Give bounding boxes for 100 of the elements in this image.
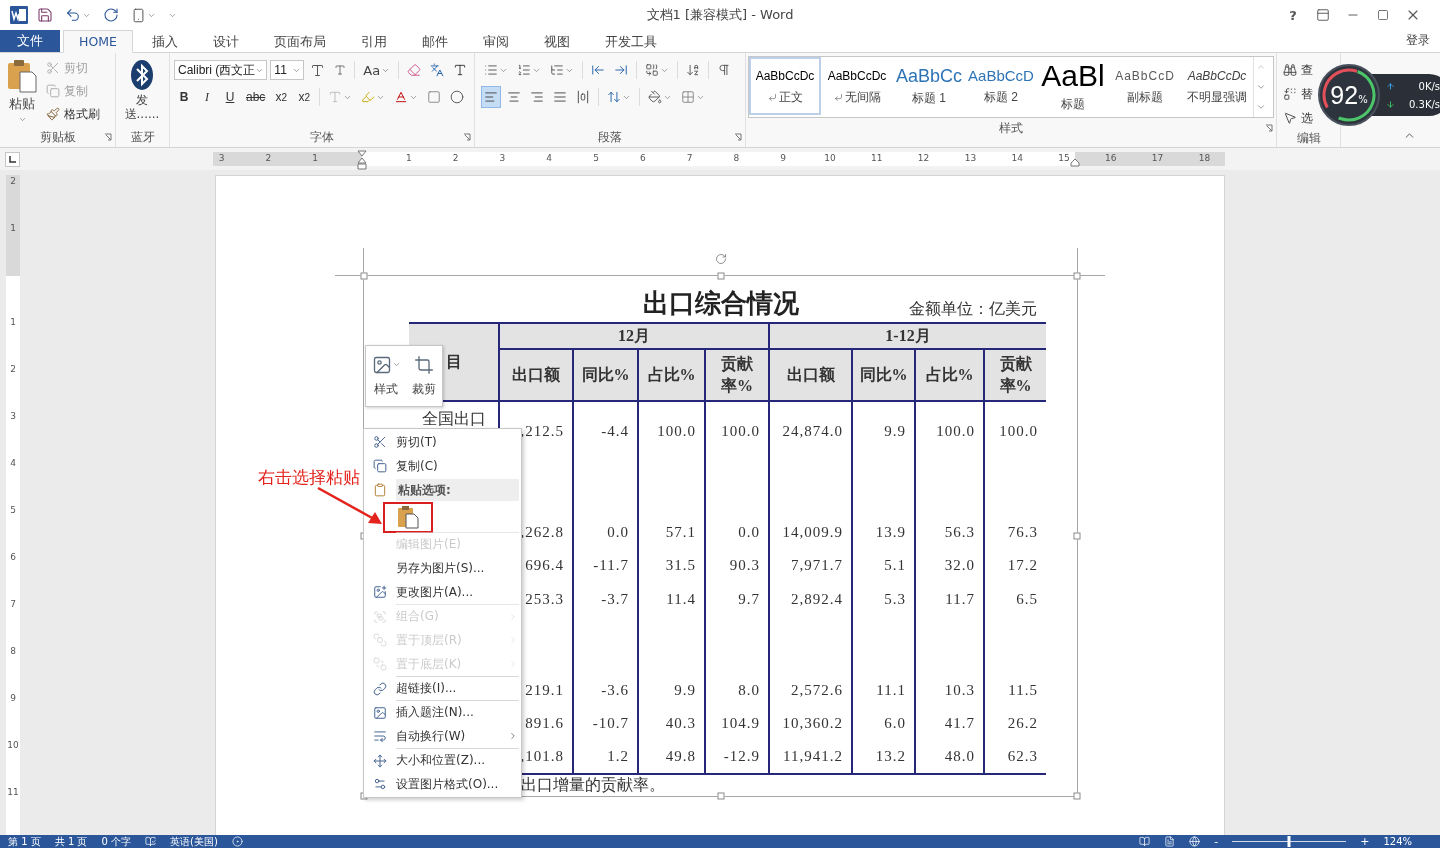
table-cell: 5.1 [852,549,915,583]
editing-button[interactable]: 查 [1281,59,1315,81]
table-cell: 5.3 [852,583,915,674]
resize-handle[interactable] [1073,272,1081,280]
style-item[interactable]: AaBbCc 标题 1 [893,57,965,115]
sort-icon [686,63,700,77]
table-cell: 11.7 [915,583,984,674]
style-item[interactable]: AaBbCcDc 正文 [749,57,821,115]
table-cell: 11,941.2 [769,740,852,774]
paragraph-mark-icon [767,92,777,102]
menu-item[interactable]: 设置图片格式(O)... [364,772,521,796]
style-item[interactable]: AaBbCcDc 不明显强调 [1181,57,1253,115]
zoom-level[interactable]: 124% [1383,835,1440,848]
web-layout-button[interactable] [1189,836,1201,847]
format-button[interactable]: U [220,86,240,108]
resize-handle[interactable] [1073,792,1081,800]
table-cell: -4.4 [573,401,638,516]
style-item[interactable]: AaBbCcDc 无间隔 [821,57,893,115]
resize-handle[interactable] [360,272,368,280]
ruler-number: 17 [1151,153,1164,163]
dialog-launcher-icon[interactable] [734,133,742,141]
table-cell: 11.4 [638,583,705,674]
right-indent-marker[interactable] [1070,158,1080,167]
align-icon [507,90,521,104]
tab-selector[interactable] [5,151,20,167]
help-button[interactable]: ? [1278,2,1308,28]
send-button[interactable]: 发送...... [120,57,164,127]
proofing-icon [145,836,156,847]
upload-speed: 0K/s [1418,80,1440,92]
crop-icon [414,354,435,375]
zoom-out-button[interactable]: - [1214,835,1219,848]
style-sample: AaBbCcDc [1187,67,1247,85]
ribbon-tab[interactable]: 插入 [135,30,194,53]
dialog-launcher-icon[interactable] [463,133,471,141]
table-cell: 56.3 [915,516,984,549]
ribbon-tab[interactable]: 设计 [196,30,255,53]
style-item[interactable]: AaBbCcD 副标题 [1109,57,1181,115]
page-indicator[interactable]: 第 1 页 [8,835,41,848]
zoom-in-button[interactable]: + [1360,835,1370,848]
scissors-icon [373,435,387,449]
change-case-button[interactable]: Aa [360,59,394,81]
format-button[interactable]: abc [243,86,269,108]
style-item[interactable]: AaBbCcD 标题 2 [965,57,1037,115]
style-item[interactable]: AaBl 标题 [1037,57,1109,115]
gauge-ring-icon [1321,67,1377,123]
paste-icon [397,505,419,529]
increase-indent-icon [614,63,628,77]
maximize-icon [1377,9,1389,21]
dialog-launcher-icon[interactable] [1265,124,1273,132]
clipboard-icon [373,483,387,497]
move-icon [373,753,387,768]
resize-handle[interactable] [1073,532,1081,540]
table-cell: 9.9 [852,401,915,516]
ribbon-tab[interactable]: 审阅 [466,30,525,53]
annotation-text: 右击选择粘贴 [258,466,360,489]
editing-button[interactable]: 选 [1281,107,1315,129]
ruler-number: 8 [9,646,17,656]
ribbon-tab[interactable]: 引用 [344,30,403,53]
format-button[interactable]: I [197,86,217,108]
shading-icon [427,90,442,104]
word-count[interactable]: 0 个字 [101,835,131,848]
line-spacing-icon [607,90,621,104]
dialog-launcher-icon[interactable] [104,133,112,141]
editing-button[interactable]: 替 [1281,83,1315,105]
zoom-thumb[interactable] [1287,836,1291,847]
mini-toolbar-button[interactable]: 裁剪 [410,354,439,398]
indent-marker[interactable] [357,150,367,170]
file-tab[interactable]: 文件 [0,30,60,52]
sign-in-link[interactable]: 登录 [1406,30,1440,49]
font-name-field[interactable]: Calibri (西文正 [174,60,268,80]
table-cell: 49.8 [638,740,705,774]
table-cell: 11.5 [984,674,1046,707]
clipboard-button[interactable]: 格式刷 [44,103,102,125]
ribbon-tab[interactable]: 邮件 [405,30,464,53]
touch-icon [131,7,146,23]
ribbon-tab[interactable]: 页面布局 [257,30,342,53]
mini-toolbar-button[interactable]: 样式 [369,354,403,398]
align-button[interactable] [481,86,501,108]
print-layout-button[interactable] [1164,836,1176,847]
ruler-number: 4 [9,458,17,468]
ribbon-tab[interactable]: HOME [63,30,133,53]
format-button[interactable]: B [174,86,194,108]
font-size-field[interactable]: 11 [270,60,305,80]
ribbon-options-icon [1316,8,1330,22]
read-mode-button[interactable] [1139,836,1151,847]
undo-icon [65,7,81,23]
ribbon-tab[interactable]: 开发工具 [588,30,673,53]
style-name: 标题 1 [912,89,946,107]
paste-button[interactable]: 粘贴 [4,57,40,127]
resize-handle[interactable] [717,792,724,800]
language-indicator[interactable]: 英语(美国) [170,835,218,848]
ruler-number: 2 [9,176,17,186]
resize-handle[interactable] [717,272,724,280]
chevron-up-icon [1256,62,1266,72]
ruler-number: 15 [1058,153,1070,163]
ribbon-tab[interactable]: 视图 [527,30,586,53]
ruler-number: 18 [1198,153,1211,163]
ruler-number: 3 [9,411,17,421]
paste-option-button[interactable] [395,504,421,530]
table-cell: 100.0 [984,401,1046,516]
